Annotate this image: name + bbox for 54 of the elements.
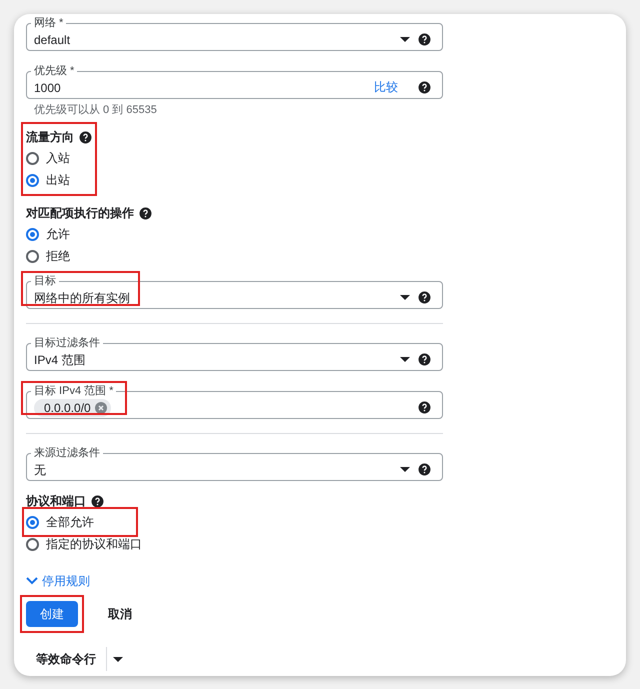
radio-icon[interactable]: [26, 250, 39, 262]
radio-option[interactable]: 出站: [26, 169, 70, 191]
compare-link[interactable]: 比较: [374, 79, 398, 96]
radio-option[interactable]: 全部允许: [26, 511, 134, 533]
input-field[interactable]: 优先级 * 1000 比较: [26, 64, 443, 99]
dropdown-field[interactable]: 网络 * default: [26, 16, 443, 51]
remove-icon[interactable]: [94, 402, 107, 414]
radio-icon[interactable]: [26, 174, 39, 186]
dropdown-caret-icon[interactable]: [400, 467, 410, 472]
field-label: 目标过滤条件: [31, 336, 103, 350]
chevron-icon: [26, 577, 38, 585]
radio-icon[interactable]: [26, 538, 39, 550]
field-label: 优先级 *: [31, 64, 78, 78]
radio-icon[interactable]: [26, 516, 39, 528]
dropdown-caret-icon[interactable]: [400, 37, 410, 42]
field-value: default: [34, 32, 70, 48]
radio-option[interactable]: 允许: [26, 223, 70, 245]
field-value: IPv4 范围: [34, 352, 86, 368]
input-field[interactable]: 目标 IPv4 范围 * 0.0.0.0/0: [26, 384, 443, 419]
field-label: 目标: [31, 274, 59, 288]
help-icon[interactable]: [418, 291, 431, 304]
disable-rule-toggle[interactable]: 停用规则: [26, 571, 90, 591]
help-icon[interactable]: [79, 130, 92, 144]
radio-icon[interactable]: [26, 152, 39, 164]
radio-option[interactable]: 指定的协议和端口: [26, 533, 142, 555]
dropdown-caret-icon[interactable]: [400, 357, 410, 362]
help-icon[interactable]: [418, 33, 431, 46]
group-title: 流量方向: [26, 128, 74, 146]
helper-text: 优先级可以从 0 到 65535: [34, 103, 158, 117]
radio-option[interactable]: 拒绝: [26, 245, 70, 267]
field-label: 目标 IPv4 范围 *: [31, 384, 116, 398]
dropdown-field[interactable]: 目标 网络中的所有实例: [26, 274, 443, 309]
radio-option[interactable]: 入站: [26, 147, 70, 169]
field-value: 1000: [34, 80, 61, 96]
help-icon[interactable]: [91, 494, 104, 508]
dropdown-field[interactable]: 目标过滤条件 IPv4 范围: [26, 336, 443, 371]
field-value: 无: [34, 462, 46, 478]
help-icon[interactable]: [418, 463, 431, 476]
help-icon[interactable]: [418, 401, 431, 414]
help-icon[interactable]: [418, 353, 431, 366]
create-button[interactable]: 创建: [26, 601, 78, 627]
field-label: 网络 *: [31, 16, 66, 30]
radio-icon[interactable]: [26, 228, 39, 240]
command-line-button[interactable]: 等效命令行: [26, 649, 106, 669]
help-icon[interactable]: [418, 81, 431, 94]
caret-icon[interactable]: [113, 656, 123, 662]
help-icon[interactable]: [139, 206, 152, 220]
field-label: 来源过滤条件: [31, 446, 103, 460]
cancel-button[interactable]: 取消: [94, 601, 146, 627]
group-title: 对匹配项执行的操作: [26, 204, 134, 222]
group-title: 协议和端口: [26, 492, 86, 510]
field-value: 网络中的所有实例: [34, 290, 130, 306]
dropdown-caret-icon[interactable]: [400, 295, 410, 300]
dropdown-field[interactable]: 来源过滤条件 无: [26, 446, 443, 481]
